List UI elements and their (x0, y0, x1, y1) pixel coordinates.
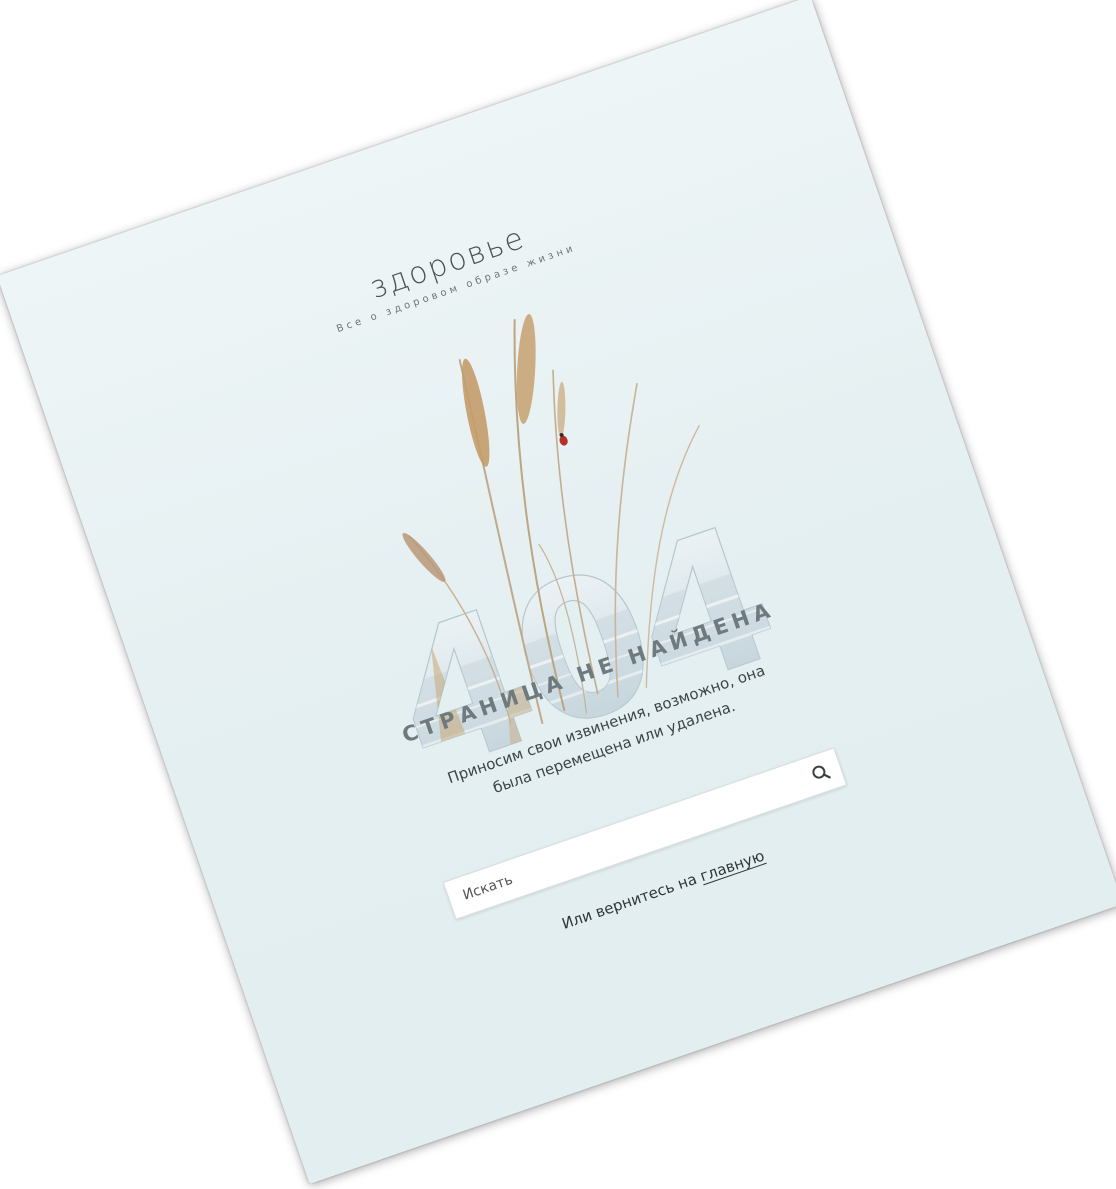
back-home-prefix: Или вернитесь на (559, 869, 700, 933)
back-home-line: Или вернитесь на главную (254, 741, 1073, 1038)
home-link[interactable]: главную (698, 847, 767, 886)
ladybug-icon (559, 433, 568, 446)
search-icon (812, 765, 831, 779)
mockup-stage: здоровье Все о здоровом образе жизни 404… (0, 0, 1116, 1189)
error-page-sheet: здоровье Все о здоровом образе жизни 404… (0, 0, 1116, 1184)
